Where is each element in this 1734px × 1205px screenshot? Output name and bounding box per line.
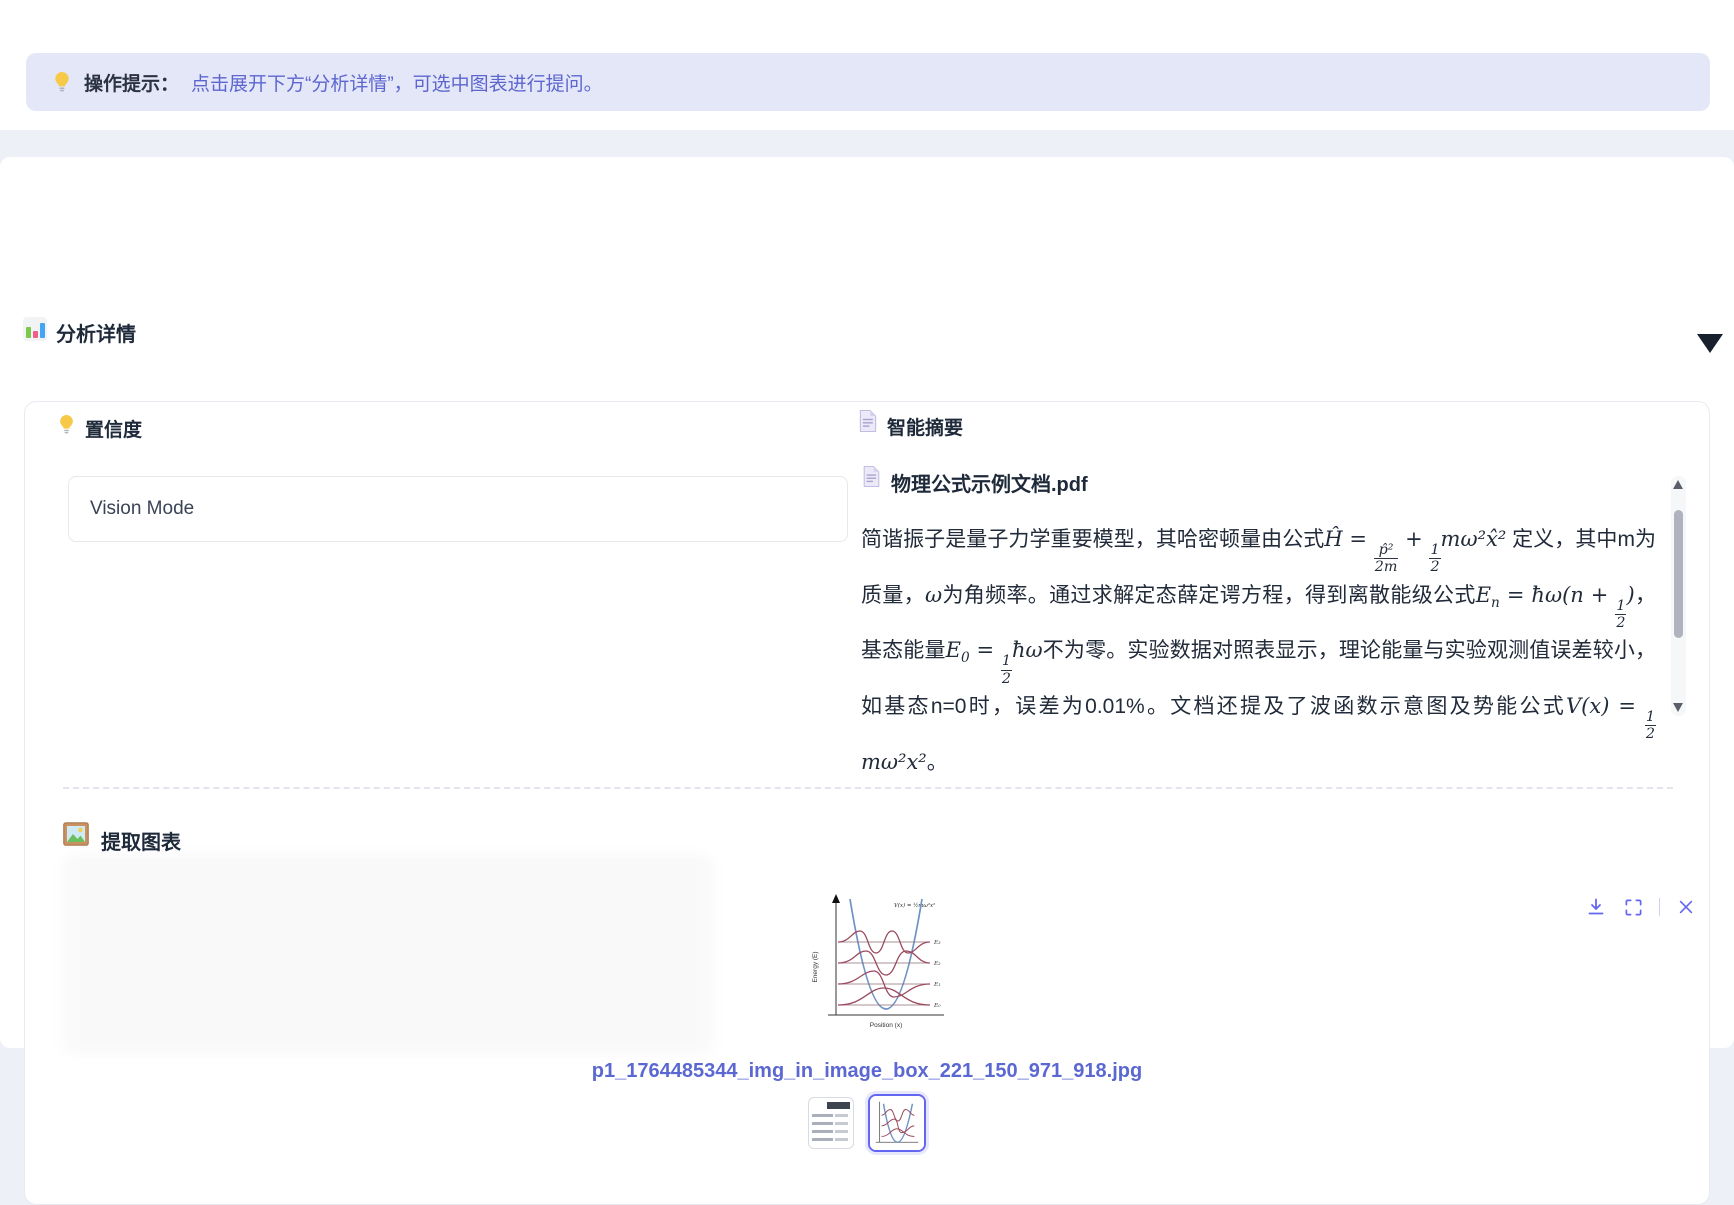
- figure-xlabel: Position (x): [870, 1022, 903, 1029]
- triangle-down-icon: [1697, 334, 1723, 353]
- bar-chart-icon: [23, 317, 47, 341]
- extracted-figure-image[interactable]: Energy (E) Position (x) V(x) = ½mω²x² E₃…: [806, 887, 952, 1037]
- section-title: 分析详情: [56, 318, 136, 347]
- tip-label: 操作提示：: [84, 69, 179, 96]
- fullscreen-button[interactable]: [1622, 896, 1644, 918]
- collapse-toggle[interactable]: [1690, 325, 1730, 361]
- fullscreen-icon: [1624, 898, 1643, 917]
- background-ghost: [63, 854, 713, 1054]
- summary-scrollbar[interactable]: [1671, 476, 1686, 716]
- figure-thumbnail-selected[interactable]: [868, 1094, 926, 1152]
- document-icon: [859, 410, 877, 432]
- figure-annotation: V(x) = ½mω²x²: [894, 902, 935, 909]
- confidence-value: Vision Mode: [90, 498, 194, 520]
- figure-thumbnail-chart: [870, 1096, 924, 1150]
- analysis-section: 分析详情 置信度 Vision Mode 智能摘要: [0, 157, 1734, 1048]
- close-icon: [1677, 898, 1695, 916]
- figure-level-label: E₃: [933, 940, 941, 946]
- figure-level-label: E₁: [933, 982, 941, 988]
- table-thumbnail[interactable]: [808, 1097, 854, 1149]
- thumbnail-strip: [25, 1094, 1709, 1152]
- summary-doc-name: 物理公式示例文档.pdf: [891, 468, 1088, 497]
- analysis-panel: 置信度 Vision Mode 智能摘要 物理公式示例文档.p: [24, 401, 1710, 1205]
- top-bar: 操作提示： 点击展开下方“分析详情”，可选中图表进行提问。: [0, 0, 1734, 130]
- scroll-up-icon[interactable]: [1673, 480, 1683, 489]
- extracted-charts-title: 提取图表: [101, 826, 181, 855]
- confidence-value-card: Vision Mode: [68, 476, 848, 542]
- tip-message: 点击展开下方“分析详情”，可选中图表进行提问。: [191, 69, 603, 96]
- picture-icon: [63, 822, 89, 846]
- figure-filename-link[interactable]: p1_1764485344_img_in_image_box_221_150_9…: [25, 1060, 1709, 1083]
- lightbulb-icon: [52, 71, 72, 93]
- confidence-title: 置信度: [85, 415, 142, 442]
- summary-title: 智能摘要: [887, 413, 963, 440]
- download-button[interactable]: [1585, 896, 1607, 918]
- tip-banner: 操作提示： 点击展开下方“分析详情”，可选中图表进行提问。: [26, 53, 1710, 111]
- figure-level-label: E₀: [933, 1003, 941, 1009]
- lightbulb-icon: [57, 414, 76, 435]
- scrollbar-thumb[interactable]: [1674, 510, 1683, 638]
- figure-level-label: E₂: [933, 961, 941, 967]
- document-icon: [863, 466, 880, 487]
- dashed-divider: [63, 787, 1673, 789]
- figure-actions: [1585, 896, 1697, 918]
- download-icon: [1586, 897, 1606, 917]
- close-button[interactable]: [1675, 896, 1697, 918]
- summary-paragraph: 简谐振子是量子力学重要模型，其哈密顿量由公式Ĥ = p̂²2m + 12mω²x…: [861, 520, 1656, 782]
- figure-ylabel: Energy (E): [812, 951, 819, 982]
- actions-separator: [1659, 898, 1660, 916]
- scroll-down-icon[interactable]: [1673, 703, 1683, 712]
